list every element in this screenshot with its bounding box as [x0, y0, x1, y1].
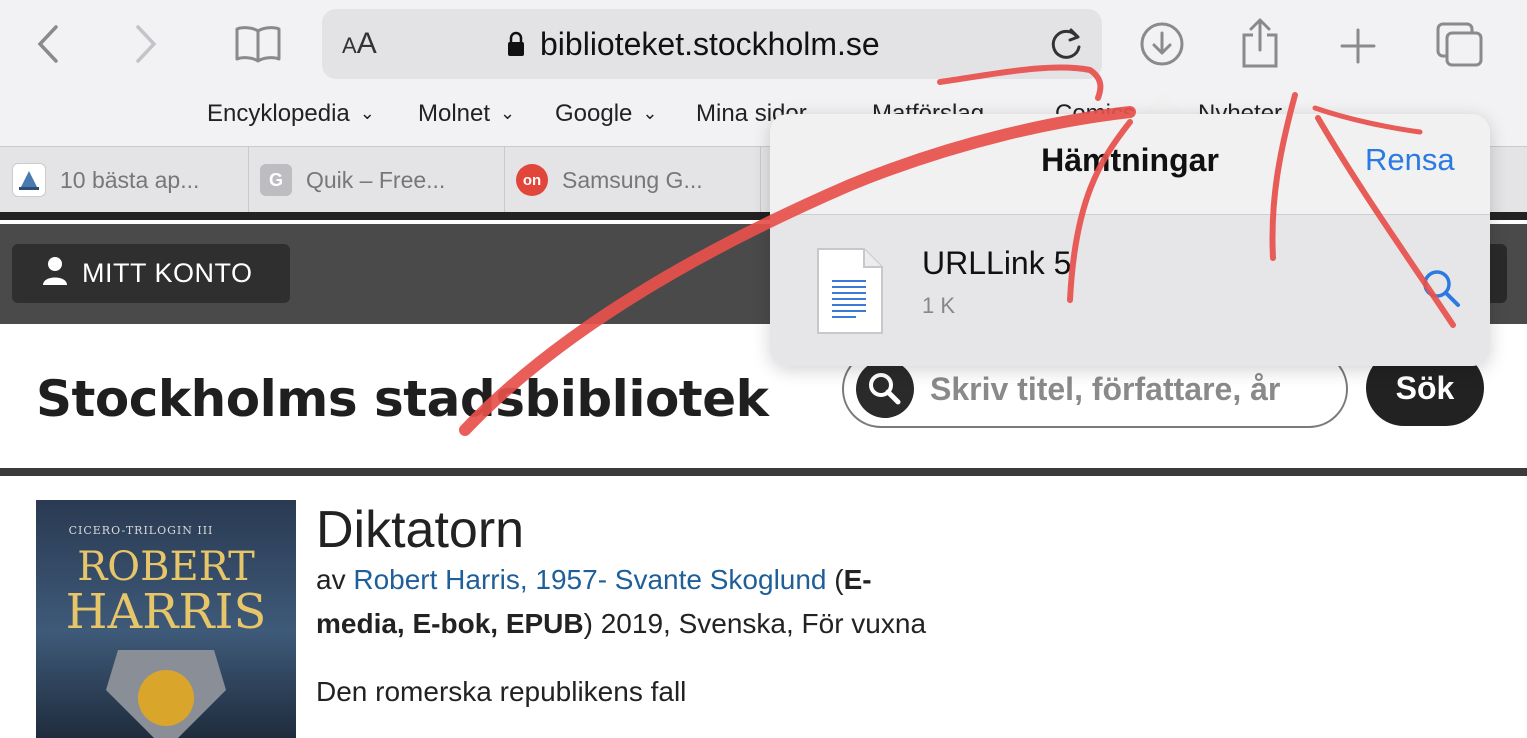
tab-quik[interactable]: G Quik – Free...: [248, 147, 505, 213]
lock-icon: [507, 31, 525, 57]
address-bar[interactable]: AA biblioteket.stockholm.se: [322, 9, 1102, 79]
site-logo[interactable]: Stockholms stadsbibliotek: [36, 370, 769, 428]
book-meta-continued: media, E-bok, EPUB) 2019, Svenska, För v…: [316, 608, 927, 639]
bookmarks-icon[interactable]: [232, 24, 284, 64]
text-size-label: A: [356, 27, 377, 60]
search-icon: [856, 360, 914, 418]
downloads-popover: Hämtningar Rensa URLLink 5 1 K: [770, 114, 1490, 366]
book-subtitle: Den romerska republikens fall: [316, 676, 687, 707]
my-account-button[interactable]: MITT KONTO: [12, 244, 290, 303]
download-filename: URLLink 5: [922, 245, 1072, 281]
tab-10-basta[interactable]: 10 bästa ap...: [0, 147, 249, 213]
url-text: biblioteket.stockholm.se: [540, 26, 880, 62]
share-icon[interactable]: [1236, 16, 1284, 70]
reload-icon[interactable]: [1047, 25, 1085, 63]
document-icon: [816, 247, 884, 335]
tab-overview-icon[interactable]: [1434, 20, 1486, 70]
chevron-down-icon: ⌄: [642, 103, 658, 123]
tab-favicon: on: [516, 164, 548, 196]
favorite-molnet[interactable]: Molnet ⌄: [418, 94, 515, 134]
forward-icon[interactable]: [126, 22, 166, 66]
clear-downloads-button[interactable]: Rensa: [1365, 142, 1455, 178]
download-item[interactable]: URLLink 5 1 K: [770, 215, 1490, 366]
chevron-down-icon: ⌄: [500, 103, 516, 123]
magnifier-icon[interactable]: [1420, 267, 1462, 309]
book-cover[interactable]: CICERO-TRILOGIN III ROBERT HARRIS: [36, 500, 296, 738]
tab-favicon: G: [260, 164, 292, 196]
favorite-encyklopedia[interactable]: Encyklopedia ⌄: [207, 94, 375, 134]
user-icon: [42, 256, 68, 291]
author-link[interactable]: Robert Harris, 1957-: [353, 564, 607, 595]
download-size: 1 K: [922, 293, 956, 318]
back-icon[interactable]: [28, 22, 68, 66]
downloads-icon[interactable]: [1138, 20, 1186, 68]
new-tab-icon[interactable]: [1336, 24, 1380, 68]
text-size-button[interactable]: AA: [342, 9, 377, 79]
cover-eagle: [138, 670, 194, 726]
book-meta: av Robert Harris, 1957- Svante Skoglund …: [316, 564, 872, 595]
section-divider: [0, 468, 1527, 476]
tab-samsung[interactable]: on Samsung G...: [504, 147, 761, 213]
author-link[interactable]: Svante Skoglund: [615, 564, 827, 595]
chevron-down-icon: ⌄: [359, 103, 375, 123]
popover-arrow: [1140, 90, 1184, 116]
tab-favicon: [12, 163, 46, 197]
book-title[interactable]: Diktatorn: [316, 500, 524, 560]
favorite-google[interactable]: Google ⌄: [555, 94, 657, 134]
